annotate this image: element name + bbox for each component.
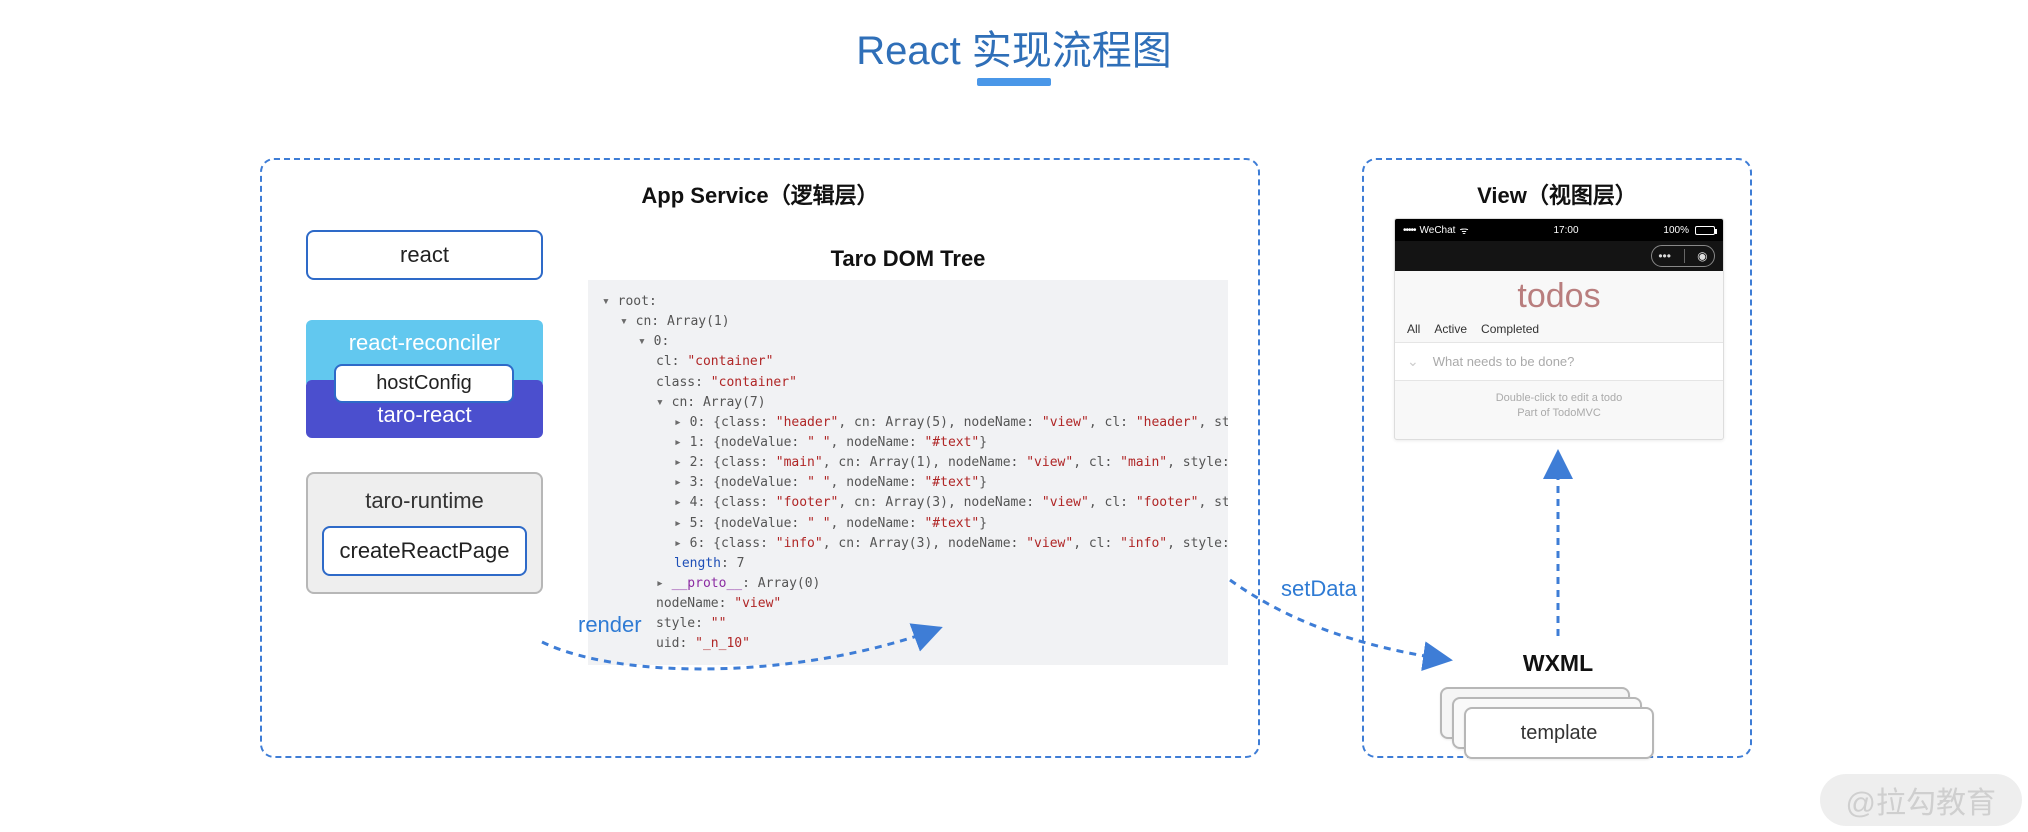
capsule-button[interactable]: ••• ◉ — [1651, 245, 1715, 267]
wxml-label: WXML — [1440, 650, 1676, 677]
tab-active[interactable]: Active — [1434, 322, 1467, 336]
phone-statusbar: ••••• WeChat ᯤ 17:00 100% — [1395, 219, 1723, 241]
chevron-down-icon: ⌄ — [1407, 353, 1419, 370]
box-taro-runtime-label: taro-runtime — [322, 488, 527, 514]
watermark: @拉勾教育 — [1820, 774, 2022, 826]
todos-footnote: Double-click to edit a todo Part of Todo… — [1395, 381, 1723, 422]
left-module-stack: react react-reconciler hostConfig taro-r… — [306, 230, 543, 594]
template-card: template — [1464, 707, 1654, 759]
arrow-label-setdata: setData — [1281, 576, 1357, 602]
tab-completed[interactable]: Completed — [1481, 322, 1539, 336]
wxml-block: WXML template template template — [1440, 650, 1676, 773]
taro-dom-tree-code: root:cn: Array(1)0:cl: "container"class:… — [588, 280, 1228, 665]
arrow-label-render: render — [578, 612, 642, 638]
target-icon: ◉ — [1697, 249, 1707, 263]
title-underline — [977, 78, 1051, 86]
diagram-title: React 实现流程图 — [0, 18, 2028, 76]
panel-view: View（视图层） ••••• WeChat ᯤ 17:00 100% ••• … — [1362, 158, 1752, 758]
battery-icon — [1695, 226, 1715, 235]
footnote-line2: Part of TodoMVC — [1395, 406, 1723, 421]
time-label: 17:00 — [1554, 225, 1579, 236]
panel-app-service-title: App Service（逻辑层） — [262, 178, 1258, 210]
signal-icon: ••••• — [1403, 225, 1416, 236]
taro-dom-tree-title: Taro DOM Tree — [588, 246, 1228, 272]
phone-navbar: ••• ◉ — [1395, 241, 1723, 271]
todos-tabs: All Active Completed — [1395, 318, 1723, 342]
wifi-icon: ᯤ — [1459, 223, 1468, 237]
footnote-line1: Double-click to edit a todo — [1395, 391, 1723, 406]
todos-input-row[interactable]: ⌄ What needs to be done? — [1395, 342, 1723, 381]
template-label: template — [1521, 722, 1598, 744]
box-hostconfig: hostConfig — [334, 364, 514, 403]
todos-app-title: todos — [1395, 271, 1723, 318]
phone-screenshot: ••••• WeChat ᯤ 17:00 100% ••• ◉ todos Al… — [1394, 218, 1724, 440]
todos-input-placeholder: What needs to be done? — [1433, 354, 1575, 369]
box-react-reconciler: react-reconciler hostConfig — [306, 320, 543, 388]
carrier-label: WeChat — [1420, 225, 1456, 236]
more-icon: ••• — [1658, 249, 1671, 263]
box-react-reconciler-label: react-reconciler — [349, 330, 501, 355]
box-react: react — [306, 230, 543, 280]
panel-app-service: App Service（逻辑层） react react-reconciler … — [260, 158, 1260, 758]
panel-view-title: View（视图层） — [1364, 178, 1750, 210]
battery-percent: 100% — [1663, 225, 1689, 236]
capsule-separator — [1684, 249, 1685, 263]
taro-dom-tree: Taro DOM Tree root:cn: Array(1)0:cl: "co… — [588, 246, 1228, 665]
template-stack: template template template — [1440, 687, 1676, 773]
box-create-react-page: createReactPage — [322, 526, 527, 576]
box-taro-runtime: taro-runtime createReactPage — [306, 472, 543, 594]
tab-all[interactable]: All — [1407, 322, 1420, 336]
